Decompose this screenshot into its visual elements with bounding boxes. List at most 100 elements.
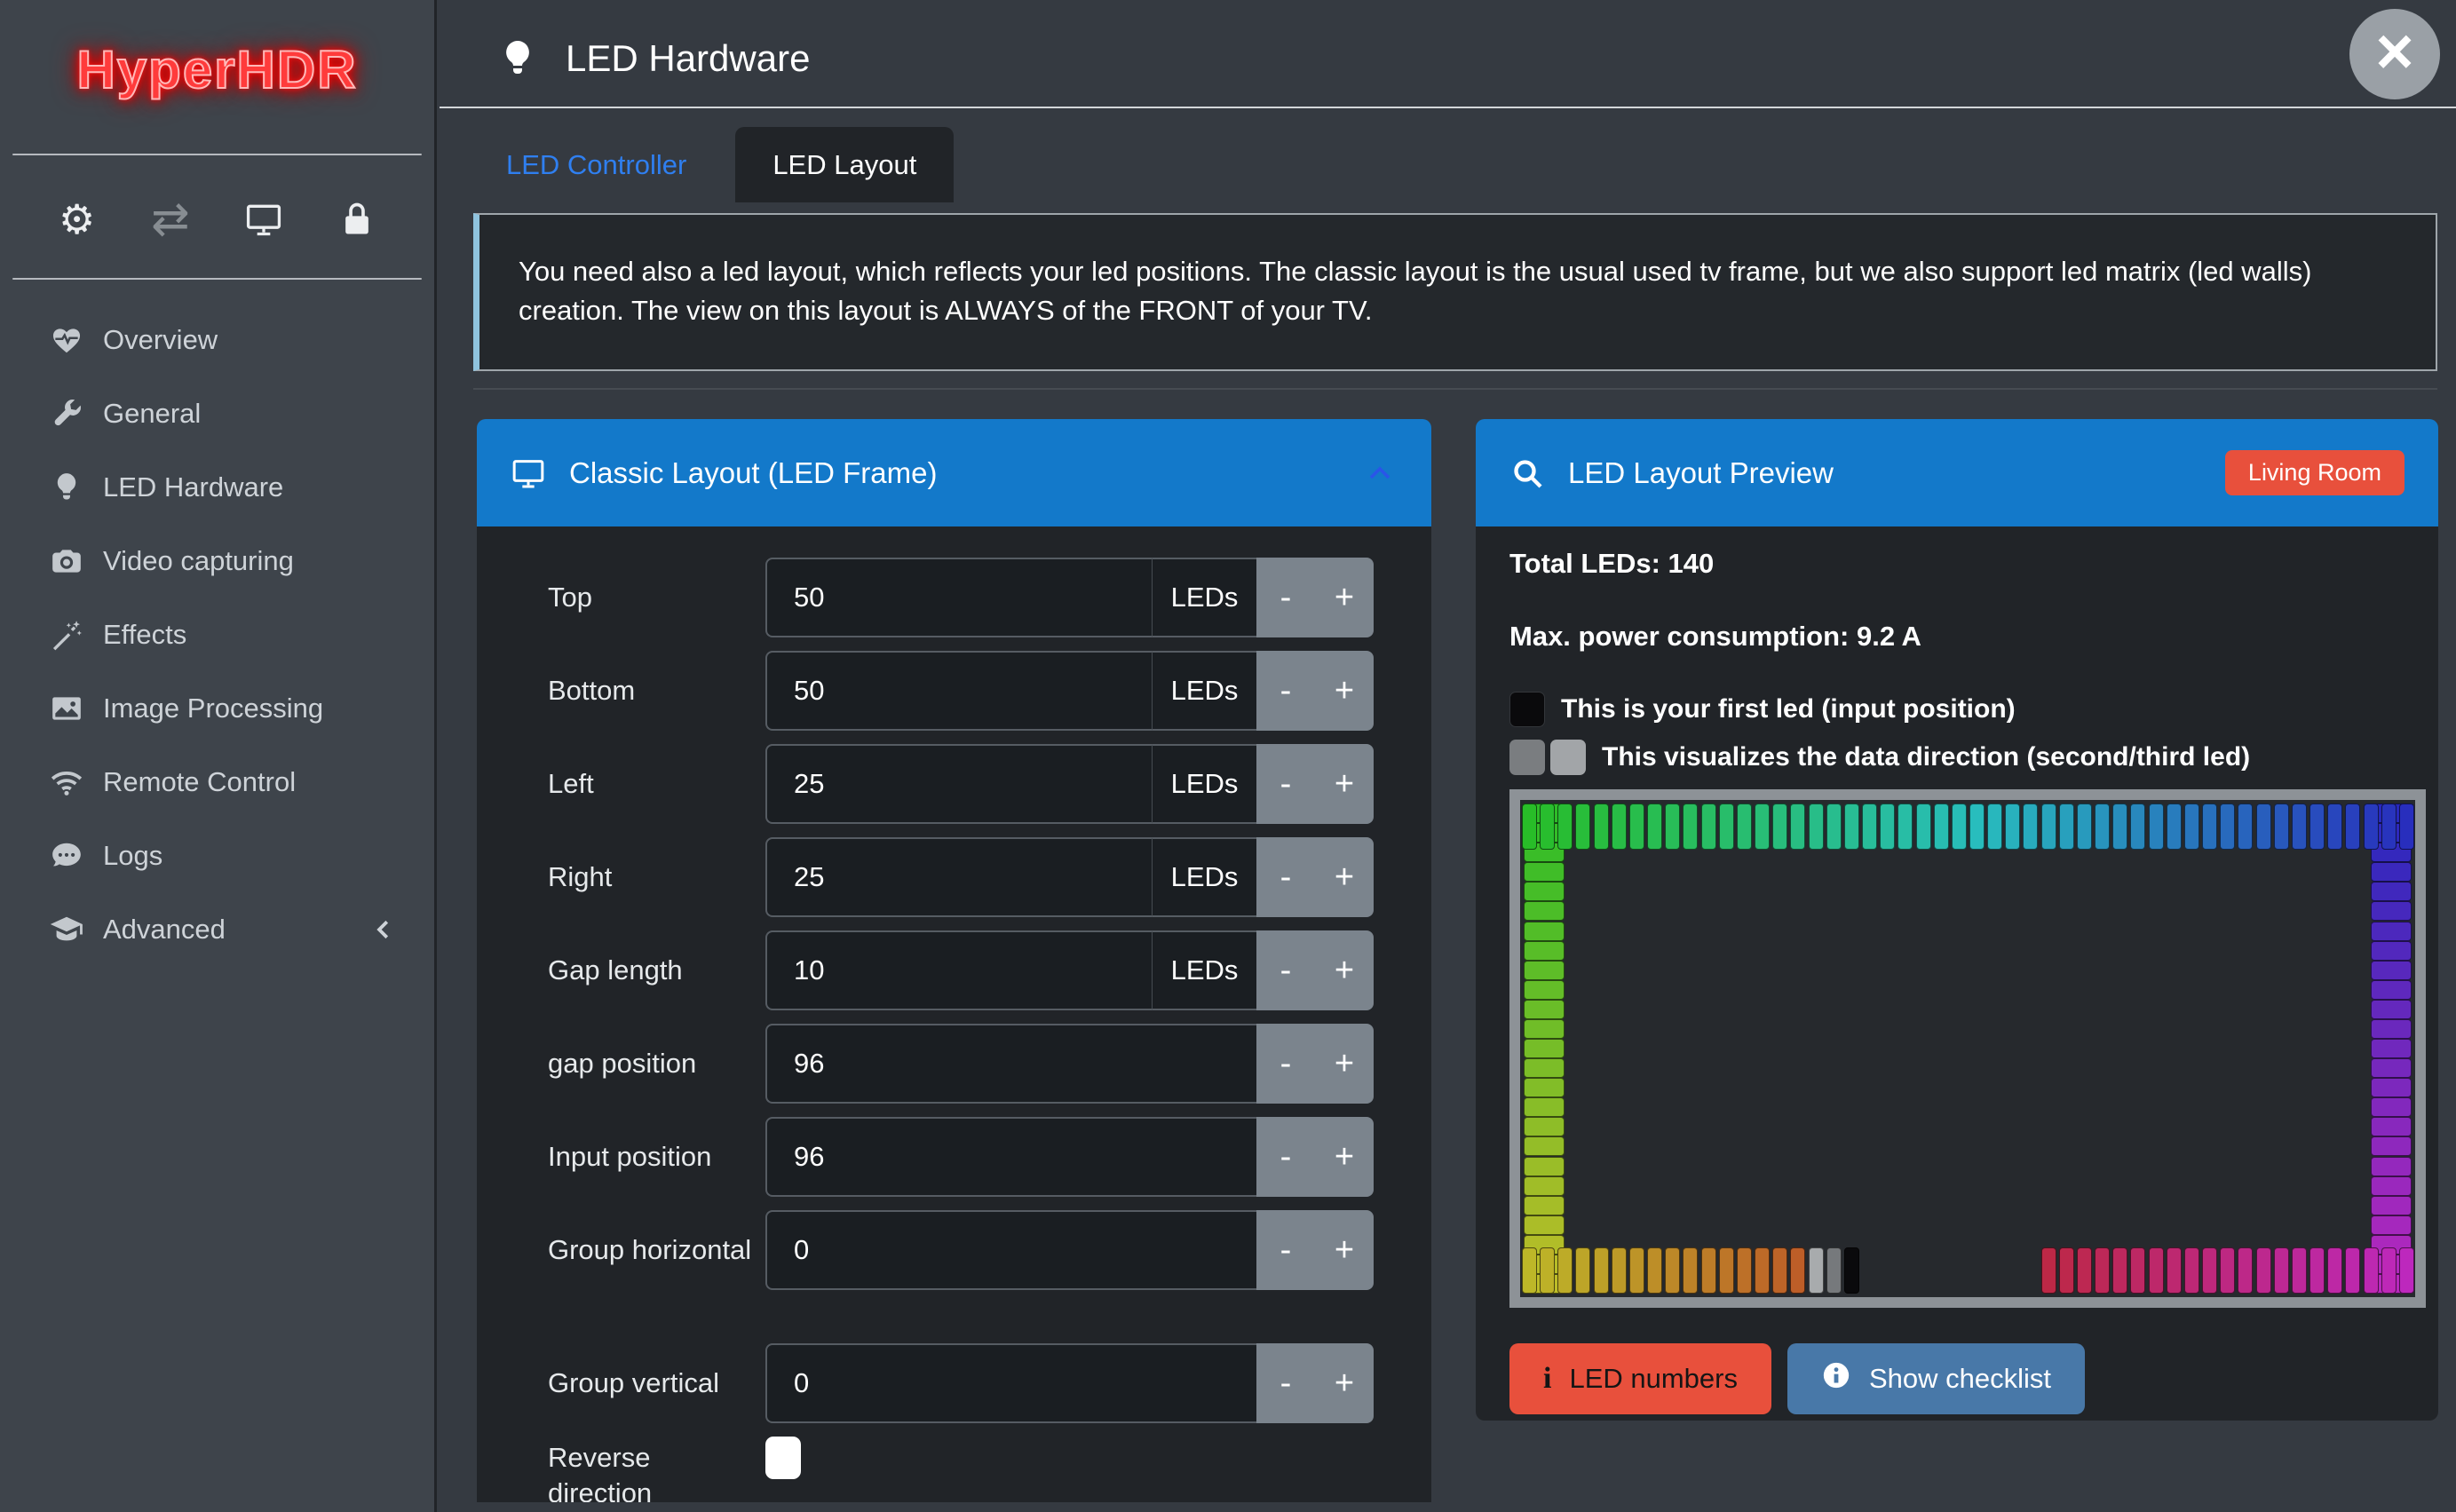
input-gap-length[interactable]: 10: [765, 930, 1152, 1010]
led: [1772, 1247, 1787, 1294]
form-row-right: Right25LEDs-+: [548, 837, 1431, 917]
led: [2292, 1247, 2307, 1294]
led-second: [1826, 1247, 1842, 1294]
led: [2095, 803, 2110, 850]
sidebar-item-video-capturing[interactable]: Video capturing: [0, 524, 434, 598]
input-top[interactable]: 50: [765, 558, 1152, 637]
field-top: 50LEDs-+: [765, 558, 1374, 637]
input-gap-position[interactable]: 96: [765, 1024, 1256, 1104]
field-label-input-position: Input position: [548, 1139, 765, 1175]
sidebar-item-label: Remote Control: [103, 766, 296, 798]
input-group-horizontal[interactable]: 0: [765, 1210, 1256, 1290]
stepper-left: -+: [1256, 744, 1374, 824]
decrement-button[interactable]: -: [1256, 1024, 1315, 1104]
legend-direction-text: This visualizes the data direction (seco…: [1602, 742, 2250, 772]
led: [2059, 803, 2074, 850]
field-left: 25LEDs-+: [765, 744, 1374, 824]
sidebar-item-logs[interactable]: Logs: [0, 819, 434, 892]
led: [2023, 803, 2038, 850]
led: [2371, 980, 2412, 1000]
monitor-icon[interactable]: [241, 196, 287, 242]
increment-button[interactable]: +: [1315, 1343, 1374, 1423]
increment-button[interactable]: +: [1315, 744, 1374, 824]
increment-button[interactable]: +: [1315, 1210, 1374, 1290]
sidebar-item-label: Logs: [103, 840, 162, 872]
second-led-swatch: [1509, 740, 1545, 775]
led: [2399, 1247, 2414, 1294]
led: [1524, 1196, 1565, 1215]
increment-button[interactable]: +: [1315, 1024, 1374, 1104]
increment-button[interactable]: +: [1315, 558, 1374, 637]
led: [1524, 941, 1565, 961]
sidebar-item-led-hardware[interactable]: LED Hardware: [0, 450, 434, 524]
sidebar-item-effects[interactable]: Effects: [0, 598, 434, 671]
led: [2345, 803, 2360, 850]
increment-button[interactable]: +: [1315, 930, 1374, 1010]
led: [2059, 1247, 2074, 1294]
led: [1524, 1039, 1565, 1058]
sidebar-item-label: Effects: [103, 619, 186, 651]
swap-icon[interactable]: ⇄: [147, 196, 194, 242]
addon-top: LEDs: [1152, 558, 1256, 637]
led-numbers-button[interactable]: i LED numbers: [1509, 1343, 1771, 1414]
stepper-gap-length: -+: [1256, 930, 1374, 1010]
led-preview-header: LED Layout Preview Living Room: [1476, 419, 2438, 526]
decrement-button[interactable]: -: [1256, 558, 1315, 637]
decrement-button[interactable]: -: [1256, 651, 1315, 731]
field-group-horizontal: 0-+: [765, 1210, 1374, 1290]
decrement-button[interactable]: -: [1256, 1210, 1315, 1290]
input-group-vertical[interactable]: 0: [765, 1343, 1256, 1423]
led: [2371, 1117, 2412, 1136]
led: [1934, 803, 1949, 850]
chevron-up-icon[interactable]: [1362, 455, 1398, 491]
decrement-button[interactable]: -: [1256, 930, 1315, 1010]
field-gap-position: 96-+: [765, 1024, 1374, 1104]
legend-data-direction: This visualizes the data direction (seco…: [1509, 740, 2405, 775]
reverse-direction-checkbox[interactable]: [765, 1437, 801, 1479]
tab-led-layout[interactable]: LED Layout: [735, 127, 954, 202]
input-left[interactable]: 25: [765, 744, 1152, 824]
led: [1524, 961, 1565, 980]
increment-button[interactable]: +: [1315, 651, 1374, 731]
decrement-button[interactable]: -: [1256, 1117, 1315, 1197]
sidebar-item-image-processing[interactable]: Image Processing: [0, 671, 434, 745]
led: [1701, 1247, 1716, 1294]
led: [1540, 1247, 1555, 1294]
input-input-position[interactable]: 96: [765, 1117, 1256, 1197]
legend-first-text: This is your first led (input position): [1561, 694, 2016, 724]
sidebar-item-general[interactable]: General: [0, 376, 434, 450]
lock-icon[interactable]: [334, 196, 380, 242]
led: [1844, 803, 1859, 850]
gear-icon[interactable]: ⚙: [54, 196, 100, 242]
led: [2167, 803, 2182, 850]
show-checklist-button[interactable]: Show checklist: [1787, 1343, 2085, 1414]
led: [2371, 1196, 2412, 1215]
field-bottom: 50LEDs-+: [765, 651, 1374, 731]
decrement-button[interactable]: -: [1256, 1343, 1315, 1423]
field-gap-length: 10LEDs-+: [765, 930, 1374, 1010]
sidebar-item-overview[interactable]: Overview: [0, 303, 434, 376]
classic-layout-header[interactable]: Classic Layout (LED Frame): [477, 419, 1431, 526]
led: [1524, 1058, 1565, 1078]
led: [2327, 1247, 2342, 1294]
led: [1969, 803, 1985, 850]
bulb-icon: [46, 470, 87, 505]
increment-button[interactable]: +: [1315, 1117, 1374, 1197]
sidebar-item-remote-control[interactable]: Remote Control: [0, 745, 434, 819]
input-right[interactable]: 25: [765, 837, 1152, 917]
led-preview-panel: LED Layout Preview Living Room Total LED…: [1476, 419, 2438, 1421]
led: [2238, 803, 2253, 850]
tab-led-controller[interactable]: LED Controller: [506, 149, 686, 181]
addon-gap-length: LEDs: [1152, 930, 1256, 1010]
close-button[interactable]: ×: [2349, 9, 2440, 99]
sidebar-item-advanced[interactable]: Advanced: [0, 892, 434, 966]
led: [2371, 1000, 2412, 1019]
addon-right: LEDs: [1152, 837, 1256, 917]
decrement-button[interactable]: -: [1256, 837, 1315, 917]
sidebar-item-label: Image Processing: [103, 693, 323, 724]
led: [2041, 803, 2056, 850]
decrement-button[interactable]: -: [1256, 744, 1315, 824]
led: [2077, 803, 2092, 850]
increment-button[interactable]: +: [1315, 837, 1374, 917]
input-bottom[interactable]: 50: [765, 651, 1152, 731]
